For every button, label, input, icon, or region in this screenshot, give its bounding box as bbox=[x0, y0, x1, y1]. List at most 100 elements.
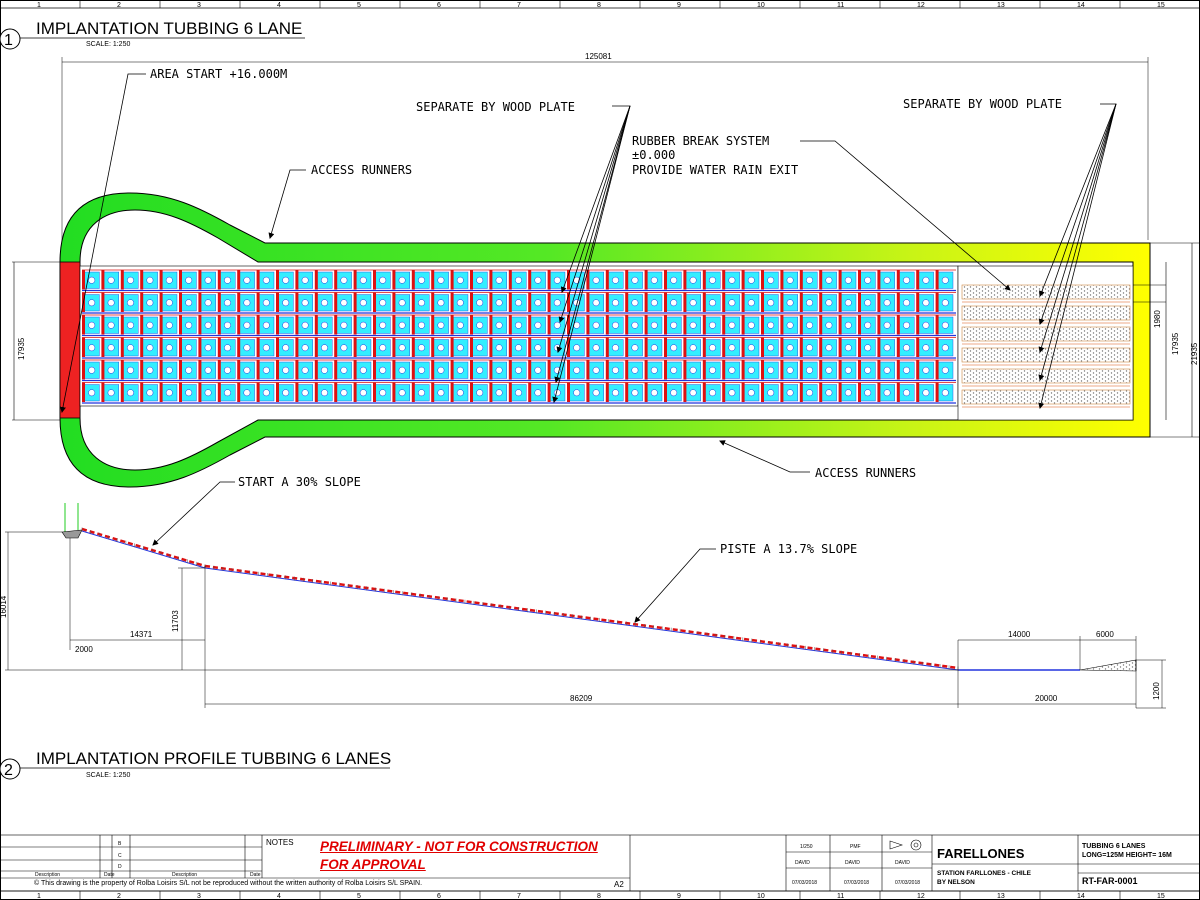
rev-header-description-1: Description bbox=[35, 872, 60, 878]
lane-roller bbox=[243, 321, 251, 329]
lane-roller bbox=[864, 344, 872, 352]
lane-post bbox=[101, 270, 105, 290]
lane-post bbox=[683, 292, 687, 312]
lane-post bbox=[392, 270, 396, 290]
lane-roller bbox=[359, 366, 367, 374]
lane-roller bbox=[903, 299, 910, 307]
lane-post bbox=[567, 270, 570, 290]
lane-post bbox=[644, 382, 648, 402]
lane-post bbox=[683, 270, 687, 290]
grid-number-top: 2 bbox=[117, 2, 121, 9]
lane-post bbox=[508, 337, 512, 357]
lane-roller bbox=[941, 299, 949, 307]
grid-number-top: 8 bbox=[597, 2, 601, 9]
lane-roller bbox=[883, 389, 891, 397]
lane-post bbox=[799, 315, 803, 335]
lane-roller bbox=[456, 366, 464, 374]
lane-roller bbox=[340, 321, 348, 329]
lane-post bbox=[664, 360, 667, 380]
lane-post bbox=[334, 360, 338, 380]
lane-roller bbox=[883, 366, 891, 374]
lane-roller bbox=[340, 299, 348, 307]
lane-roller bbox=[689, 366, 697, 374]
lane-roller bbox=[456, 299, 464, 307]
lane-roller bbox=[379, 299, 387, 307]
lane-post bbox=[799, 337, 803, 357]
lane-roller bbox=[262, 299, 270, 307]
lane-roller bbox=[398, 299, 406, 307]
lane-post bbox=[198, 270, 202, 290]
lane-post bbox=[314, 270, 318, 290]
lane-roller bbox=[398, 344, 406, 352]
lane-post bbox=[702, 315, 706, 335]
lane-post bbox=[373, 337, 376, 357]
lane-roller bbox=[359, 276, 367, 284]
lane-post bbox=[276, 315, 279, 335]
lane-post bbox=[722, 315, 726, 335]
brake-lane bbox=[961, 305, 1131, 321]
grid-number-bottom: 10 bbox=[757, 893, 765, 900]
lane-post bbox=[625, 382, 629, 402]
lane-post bbox=[761, 315, 764, 335]
lane-post bbox=[799, 270, 803, 290]
lane-post bbox=[702, 337, 706, 357]
lane-post bbox=[295, 292, 299, 312]
lane-roller bbox=[515, 389, 522, 397]
lane-roller bbox=[650, 321, 658, 329]
lane-post bbox=[295, 270, 299, 290]
grid-number-bottom: 12 bbox=[917, 893, 925, 900]
lane-post bbox=[858, 337, 861, 357]
lane-post bbox=[411, 292, 415, 312]
dim-start-platform: 2000 bbox=[75, 645, 93, 654]
lane-post bbox=[276, 382, 279, 402]
brake-lane bbox=[961, 326, 1131, 342]
dim-lane-text: 1980 bbox=[1153, 310, 1162, 328]
lane-roller bbox=[379, 344, 387, 352]
lane-roller bbox=[709, 299, 716, 307]
lane-roller bbox=[165, 276, 173, 284]
lane-roller bbox=[922, 276, 930, 284]
lane-post bbox=[217, 292, 221, 312]
lane-roller bbox=[476, 276, 484, 284]
lane-roller bbox=[282, 344, 290, 352]
lane-roller bbox=[864, 299, 872, 307]
lane-post bbox=[431, 270, 435, 290]
lane-post bbox=[644, 315, 648, 335]
lane-roller bbox=[592, 276, 600, 284]
grid-number-bottom: 11 bbox=[837, 893, 844, 900]
lane-post bbox=[761, 292, 764, 312]
lane-post bbox=[780, 315, 784, 335]
lane-post bbox=[547, 337, 551, 357]
drawing-number: RT-FAR-0001 bbox=[1082, 876, 1138, 886]
lane-roller bbox=[883, 321, 891, 329]
lane-post bbox=[179, 360, 182, 380]
lane-roller bbox=[612, 299, 619, 307]
lane-roller bbox=[456, 344, 464, 352]
lane-roller bbox=[204, 344, 212, 352]
lane-roller bbox=[243, 366, 251, 374]
lane-roller bbox=[825, 389, 833, 397]
lane-roller bbox=[631, 366, 639, 374]
lane-post bbox=[586, 360, 590, 380]
lane-post bbox=[935, 292, 939, 312]
lane-post bbox=[120, 360, 124, 380]
profile-leaders bbox=[152, 481, 716, 623]
lane-roller bbox=[301, 344, 309, 352]
lane-post bbox=[295, 315, 299, 335]
lane-roller bbox=[262, 344, 270, 352]
field-format: PMF bbox=[850, 844, 861, 850]
lane-post bbox=[411, 337, 415, 357]
lane-post bbox=[664, 270, 667, 290]
lane-roller bbox=[844, 299, 852, 307]
lane-post bbox=[761, 270, 764, 290]
field-date-3: 07/03/2018 bbox=[895, 880, 920, 886]
lane-roller bbox=[689, 344, 697, 352]
lane-roller bbox=[709, 389, 716, 397]
lane-post bbox=[159, 360, 163, 380]
lane-roller bbox=[844, 344, 852, 352]
lane-roller bbox=[476, 366, 484, 374]
profile-top-post bbox=[61, 503, 83, 539]
view-1-number: 1 bbox=[4, 32, 13, 49]
lane-post bbox=[140, 315, 144, 335]
lane-post bbox=[780, 382, 784, 402]
